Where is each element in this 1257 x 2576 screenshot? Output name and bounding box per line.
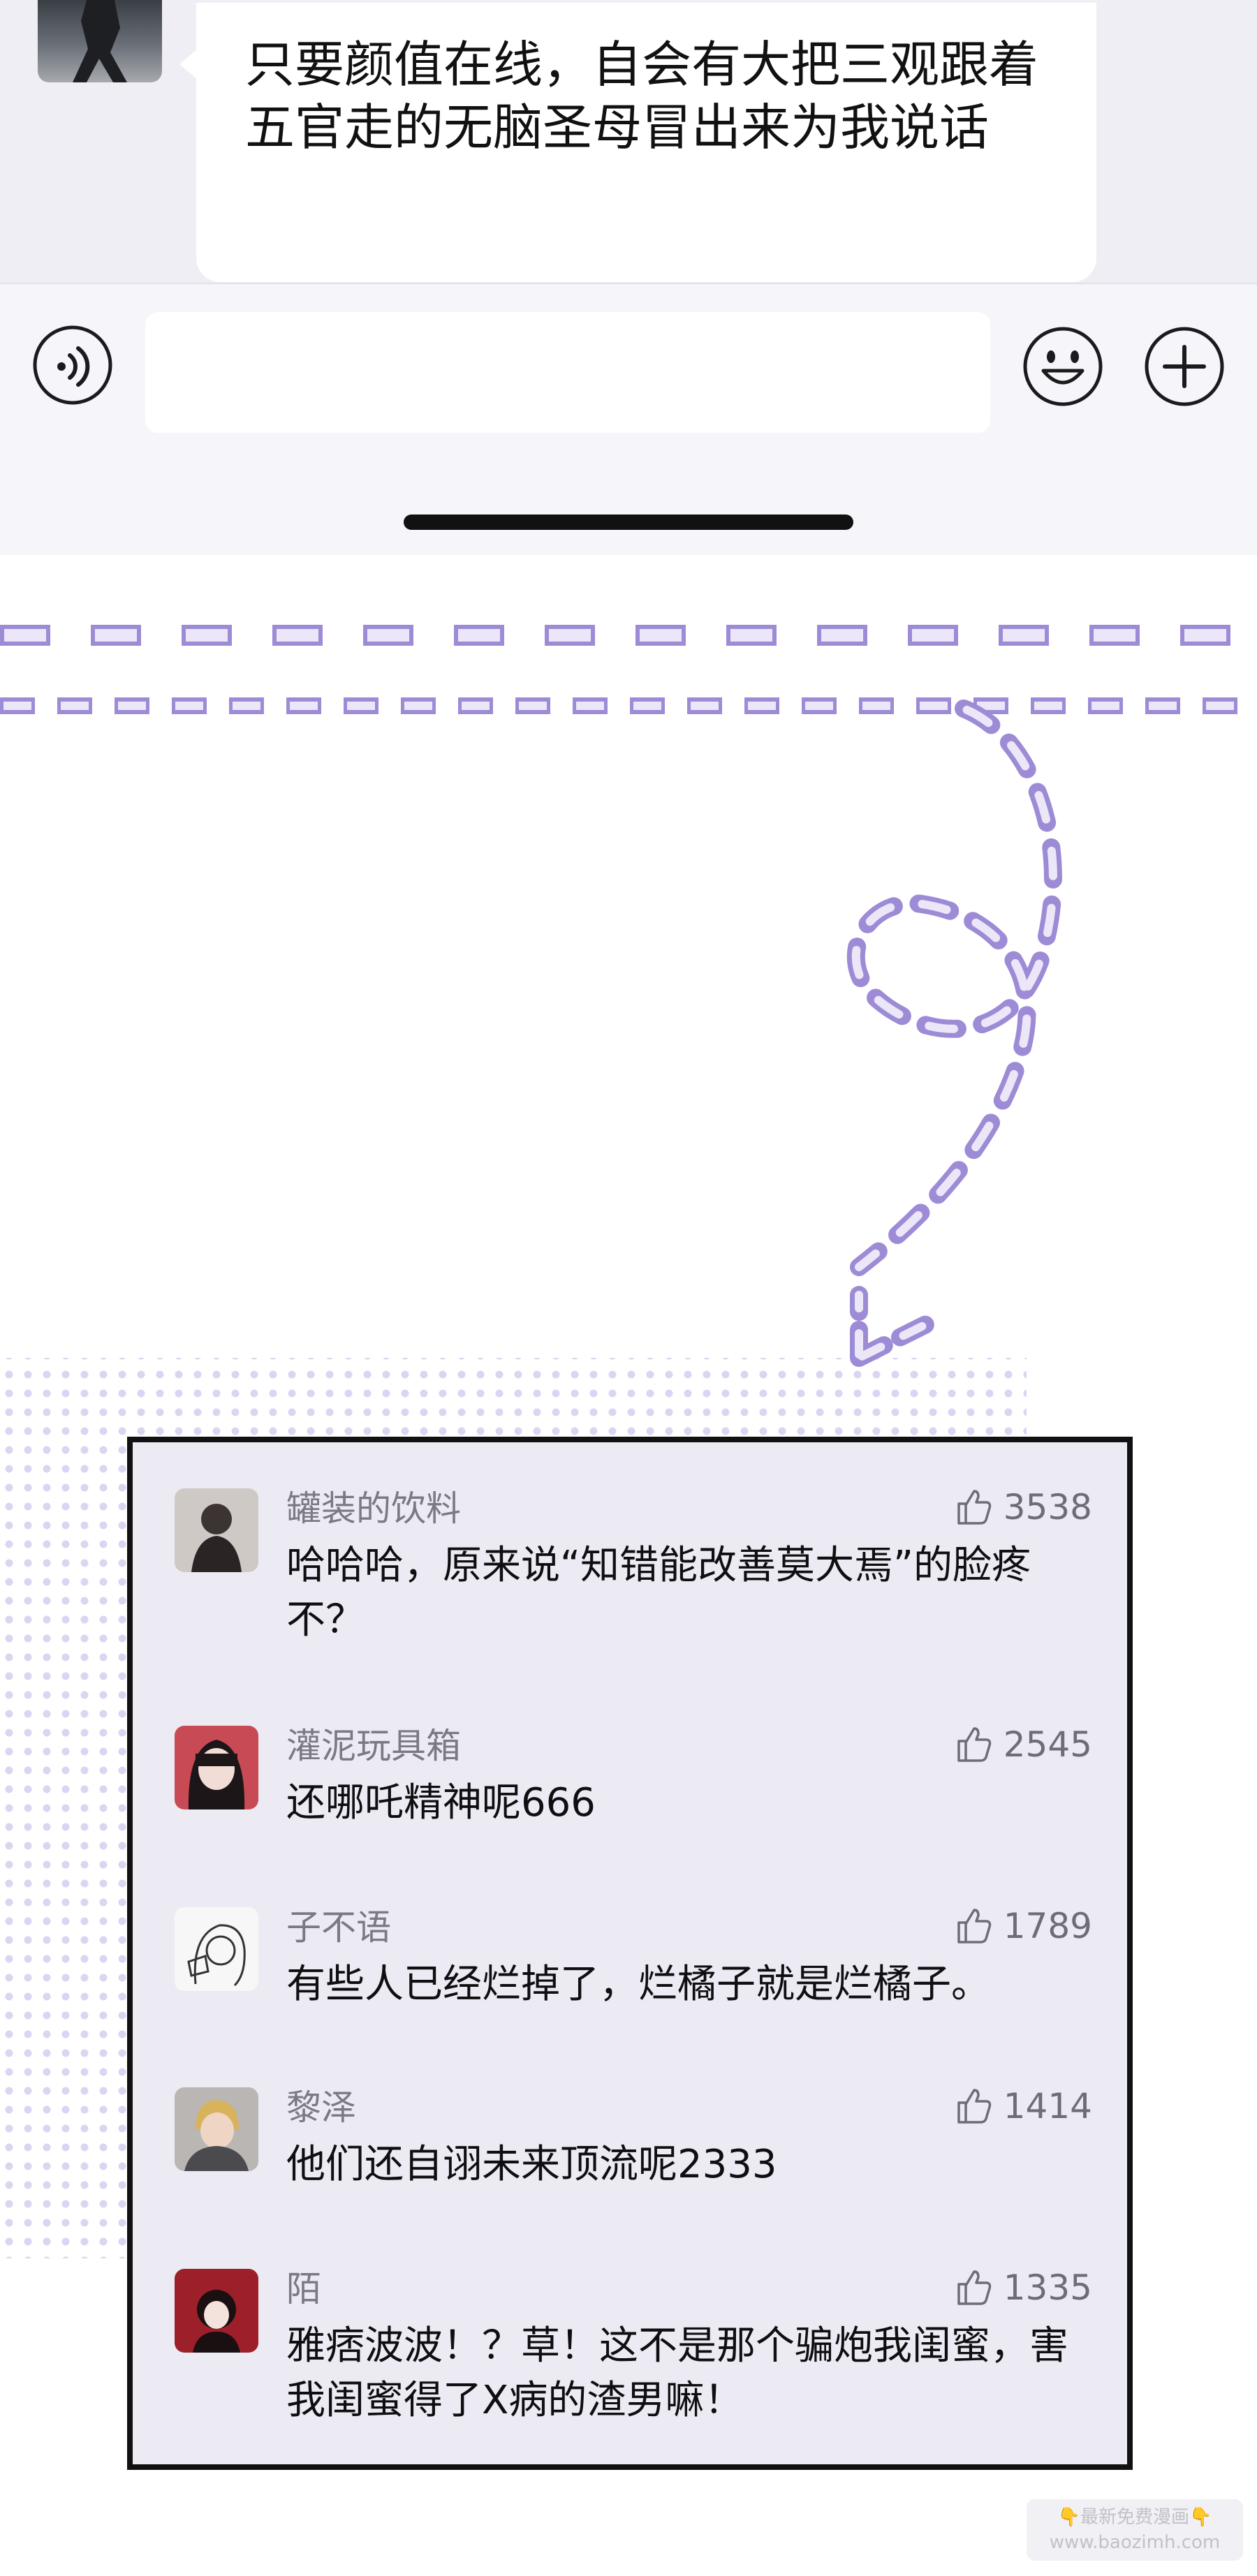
plus-icon[interactable] — [1142, 325, 1226, 408]
like-count: 1414 — [1003, 2086, 1092, 2126]
watermark-line1: 👇最新免费漫画👇 — [1057, 2507, 1212, 2528]
comment-username[interactable]: 罐装的饮料 — [286, 1486, 461, 1532]
like-count: 1335 — [1003, 2267, 1092, 2308]
like-count: 1789 — [1003, 1906, 1092, 1946]
like-count: 2545 — [1003, 1724, 1092, 1765]
chat-input-bar — [0, 283, 1257, 555]
chat-area: 只要颜值在线，自会有大把三观跟着五官走的无脑圣母冒出来为我说话 — [0, 0, 1257, 283]
thumbs-up-icon — [957, 2089, 991, 2124]
thumbs-up-icon — [957, 2270, 991, 2305]
like-button[interactable]: 1335 — [953, 2265, 1092, 2311]
comment-username[interactable]: 陌 — [286, 2266, 321, 2312]
comment-text: 有些人已经烂掉了，烂橘子就是烂橘子。 — [286, 1962, 990, 2007]
like-button[interactable]: 1414 — [953, 2083, 1092, 2129]
avatar[interactable] — [175, 1726, 258, 1809]
avatar[interactable] — [175, 2087, 258, 2171]
watermark: 👇最新免费漫画👇 www.baozimh.com — [1027, 2499, 1243, 2561]
avatar[interactable] — [175, 1907, 258, 1991]
message-bubble: 只要颜值在线，自会有大把三观跟着五官走的无脑圣母冒出来为我说话 — [179, 3, 1096, 282]
like-button[interactable]: 3538 — [953, 1484, 1092, 1530]
like-count: 3538 — [1003, 1487, 1092, 1527]
thumbs-up-icon — [957, 1727, 991, 1762]
comment-text: 还哪吒精神呢666 — [286, 1780, 596, 1826]
message-input[interactable] — [145, 312, 990, 433]
comment-text: 雅痞波波！？草！这不是那个骗炮我闺蜜，害我闺蜜得了X病的渣男嘛！ — [286, 2323, 1068, 2423]
thumbs-up-icon — [957, 1909, 991, 1944]
like-button[interactable]: 2545 — [953, 1722, 1092, 1768]
sender-avatar[interactable] — [38, 0, 162, 82]
comment-text: 他们还自诩未来顶流呢2333 — [286, 2142, 777, 2187]
avatar[interactable] — [175, 1488, 258, 1572]
comment-username[interactable]: 子不语 — [286, 1904, 391, 1950]
message-text: 只要颜值在线，自会有大把三观跟着五官走的无脑圣母冒出来为我说话 — [245, 36, 1039, 156]
watermark-line2: www.baozimh.com — [1049, 2532, 1221, 2553]
thumbs-up-icon — [957, 1490, 991, 1525]
voice-icon[interactable] — [31, 323, 115, 407]
comment-username[interactable]: 黎泽 — [286, 2085, 356, 2131]
comments-panel: 罐装的饮料 3538 哈哈哈，原来说“知错能改善莫大焉”的脸疼不？ 灌泥玩具箱 … — [127, 1437, 1133, 2470]
home-indicator[interactable] — [404, 515, 853, 530]
comment-text: 哈哈哈，原来说“知错能改善莫大焉”的脸疼不？ — [286, 1543, 1031, 1643]
emoji-icon[interactable] — [1021, 325, 1105, 408]
like-button[interactable]: 1789 — [953, 1903, 1092, 1949]
avatar[interactable] — [175, 2269, 258, 2353]
comment-username[interactable]: 灌泥玩具箱 — [286, 1723, 461, 1769]
